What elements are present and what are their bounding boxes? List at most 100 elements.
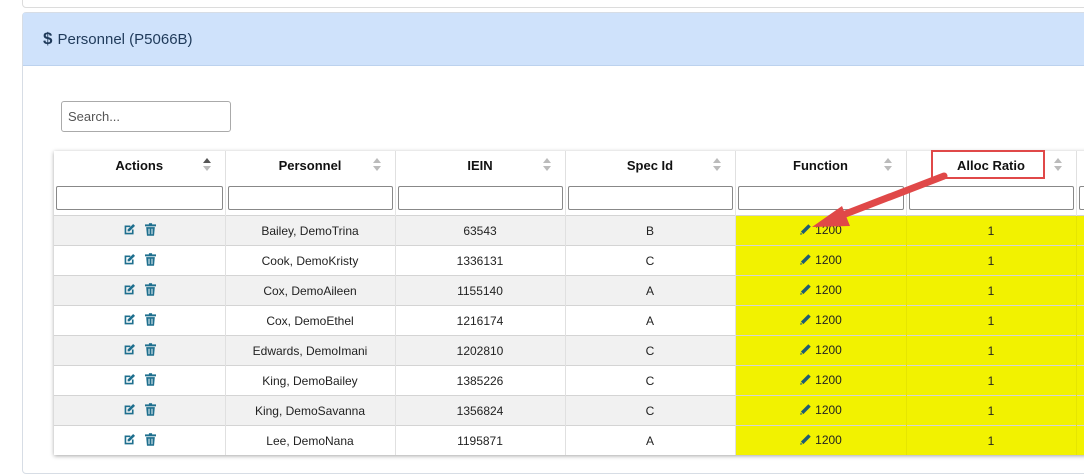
personnel-cell: King, DemoBailey — [225, 366, 395, 396]
trash-icon[interactable] — [145, 433, 156, 446]
grid-body: Bailey, DemoTrina63543B12001Cook, DemoKr… — [54, 216, 1084, 456]
edit-icon[interactable] — [123, 313, 136, 326]
actions-cell — [54, 426, 225, 456]
function-cell[interactable]: 1200 — [735, 366, 906, 396]
sort-icon[interactable] — [1054, 158, 1062, 172]
edit-icon[interactable] — [123, 253, 136, 266]
alloc-ratio-cell: 1 — [906, 276, 1076, 306]
column-header-actions[interactable]: Actions — [54, 151, 225, 180]
column-header-personnel[interactable]: Personnel — [225, 151, 395, 180]
personnel-cell: Cox, DemoAileen — [225, 276, 395, 306]
function-value: 1200 — [815, 283, 842, 297]
actions-cell — [54, 306, 225, 336]
sort-icon[interactable] — [884, 158, 892, 172]
function-cell[interactable]: 1200 — [735, 426, 906, 456]
pencil-icon[interactable] — [799, 343, 812, 359]
column-header-function[interactable]: Function — [735, 151, 906, 180]
function-cell[interactable]: 1200 — [735, 336, 906, 366]
top-card — [22, 0, 1084, 8]
column-header-spec-id[interactable]: Spec Id — [565, 151, 735, 180]
trash-icon[interactable] — [145, 283, 156, 296]
alloc-ratio-cell: 1 — [906, 306, 1076, 336]
column-header-label: IEIN — [467, 158, 492, 173]
table-row[interactable]: Bailey, DemoTrina63543B12001 — [54, 216, 1084, 246]
filter-input-alloc-ratio[interactable] — [909, 186, 1074, 210]
spec-id-cell: A — [565, 276, 735, 306]
trash-icon[interactable] — [145, 373, 156, 386]
function-cell[interactable]: 1200 — [735, 216, 906, 246]
function-value: 1200 — [815, 343, 842, 357]
pencil-icon[interactable] — [799, 403, 812, 419]
function-value: 1200 — [815, 313, 842, 327]
iein-cell: 1356824 — [395, 396, 565, 426]
spec-id-cell: A — [565, 306, 735, 336]
overflow-cell — [1076, 306, 1084, 336]
search-input[interactable] — [61, 101, 231, 132]
overflow-cell — [1076, 396, 1084, 426]
pencil-icon[interactable] — [799, 313, 812, 329]
alloc-ratio-cell: 1 — [906, 216, 1076, 246]
spec-id-cell: C — [565, 246, 735, 276]
overflow-cell — [1076, 336, 1084, 366]
filter-input-function[interactable] — [738, 186, 904, 210]
table-row[interactable]: Cox, DemoAileen1155140A12001 — [54, 276, 1084, 306]
column-header-iein[interactable]: IEIN — [395, 151, 565, 180]
pencil-icon[interactable] — [799, 373, 812, 389]
filter-input-actions[interactable] — [56, 186, 223, 210]
table-row[interactable]: Lee, DemoNana1195871A12001 — [54, 426, 1084, 456]
sort-icon[interactable] — [373, 158, 381, 172]
trash-icon[interactable] — [145, 343, 156, 356]
table-row[interactable]: Edwards, DemoImani1202810C12001 — [54, 336, 1084, 366]
pencil-icon[interactable] — [799, 253, 812, 269]
panel-header: $ Personnel (P5066B) — [23, 13, 1084, 66]
personnel-cell: King, DemoSavanna — [225, 396, 395, 426]
personnel-cell: Cook, DemoKristy — [225, 246, 395, 276]
edit-icon[interactable] — [123, 433, 136, 446]
edit-icon[interactable] — [123, 223, 136, 236]
pencil-icon[interactable] — [799, 433, 812, 449]
trash-icon[interactable] — [145, 223, 156, 236]
actions-cell — [54, 396, 225, 426]
edit-icon[interactable] — [123, 403, 136, 416]
personnel-cell: Edwards, DemoImani — [225, 336, 395, 366]
sort-icon[interactable] — [713, 158, 721, 172]
function-cell[interactable]: 1200 — [735, 246, 906, 276]
iein-cell: 1216174 — [395, 306, 565, 336]
table-row[interactable]: Cook, DemoKristy1336131C12001 — [54, 246, 1084, 276]
function-cell[interactable]: 1200 — [735, 276, 906, 306]
table-row[interactable]: King, DemoSavanna1356824C12001 — [54, 396, 1084, 426]
table-row[interactable]: King, DemoBailey1385226C12001 — [54, 366, 1084, 396]
function-cell[interactable]: 1200 — [735, 306, 906, 336]
function-cell[interactable]: 1200 — [735, 396, 906, 426]
edit-icon[interactable] — [123, 373, 136, 386]
actions-cell — [54, 246, 225, 276]
column-header-label: Function — [793, 158, 848, 173]
filter-input-overflow[interactable] — [1079, 186, 1084, 210]
edit-icon[interactable] — [123, 343, 136, 356]
filter-input-iein[interactable] — [398, 186, 563, 210]
panel-title: Personnel (P5066B) — [57, 31, 192, 48]
actions-cell — [54, 216, 225, 246]
pencil-icon[interactable] — [799, 283, 812, 299]
pencil-icon[interactable] — [799, 223, 812, 239]
alloc-ratio-cell: 1 — [906, 246, 1076, 276]
filter-input-spec-id[interactable] — [568, 186, 733, 210]
trash-icon[interactable] — [145, 313, 156, 326]
function-value: 1200 — [815, 403, 842, 417]
alloc-ratio-callout-box — [931, 150, 1045, 179]
sort-icon[interactable] — [543, 158, 551, 172]
filter-input-personnel[interactable] — [228, 186, 393, 210]
trash-icon[interactable] — [145, 403, 156, 416]
edit-icon[interactable] — [123, 283, 136, 296]
sort-icon[interactable] — [203, 158, 211, 172]
trash-icon[interactable] — [145, 253, 156, 266]
column-header-label: Actions — [115, 158, 163, 173]
overflow-cell — [1076, 426, 1084, 456]
overflow-cell — [1076, 366, 1084, 396]
spec-id-cell: B — [565, 216, 735, 246]
function-value: 1200 — [815, 223, 842, 237]
column-header-overflow — [1076, 151, 1084, 180]
iein-cell: 1336131 — [395, 246, 565, 276]
table-row[interactable]: Cox, DemoEthel1216174A12001 — [54, 306, 1084, 336]
overflow-cell — [1076, 276, 1084, 306]
